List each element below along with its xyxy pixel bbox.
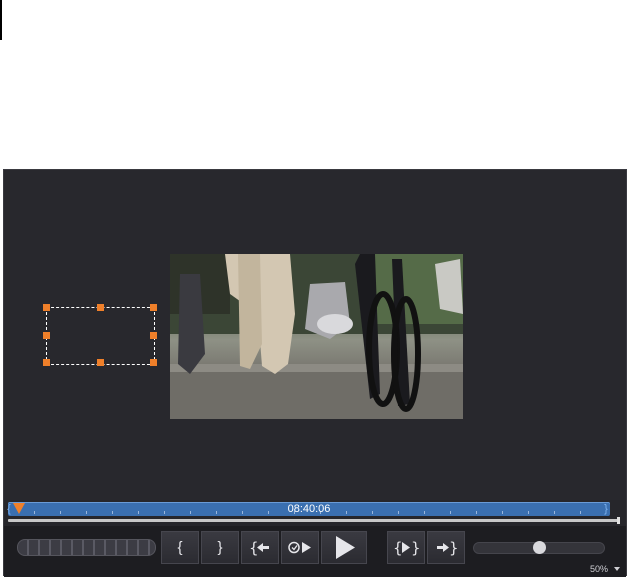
- play-button[interactable]: [321, 531, 367, 564]
- scrubber-end-handle[interactable]: [617, 517, 620, 524]
- mark-in-label: {: [177, 539, 183, 556]
- mark-out-button[interactable]: }: [201, 531, 239, 564]
- chevron-down-icon: [614, 567, 620, 571]
- jog-wheel[interactable]: [17, 539, 156, 556]
- zoom-value: 50%: [589, 564, 608, 574]
- playhead[interactable]: [13, 503, 25, 514]
- window-edge: [0, 0, 2, 40]
- mark-out-label: }: [217, 539, 223, 556]
- timecode-display: 08:40:06: [287, 503, 331, 515]
- transport-controls: { } { { } 50%: [4, 526, 626, 577]
- media-player: 08:40:06 { } { } {{} 50%: [3, 169, 627, 577]
- video-frame: [170, 254, 463, 419]
- play-between-marks-button[interactable]: { }: [387, 531, 425, 564]
- play-between-marks-icon: { }: [393, 539, 419, 557]
- zoom-dropdown[interactable]: 50%: [590, 564, 620, 574]
- timeline-end-marker[interactable]: }: [603, 502, 609, 516]
- volume-slider[interactable]: [473, 541, 605, 554]
- go-to-mark-in-button[interactable]: {: [241, 531, 279, 564]
- loop-play-button[interactable]: [281, 531, 319, 564]
- resize-handle-top[interactable]: [97, 304, 104, 311]
- resize-handle-top-right[interactable]: [150, 304, 157, 311]
- loop-play-icon: [288, 541, 311, 554]
- video-still-image: [170, 254, 463, 419]
- go-to-mark-out-button[interactable]: }: [427, 531, 465, 564]
- resize-handle-bottom-right[interactable]: [150, 359, 157, 366]
- resize-handle-right[interactable]: [150, 332, 157, 339]
- resize-handle-bottom[interactable]: [97, 359, 104, 366]
- svg-text:}: }: [449, 539, 458, 557]
- scrubber-track[interactable]: [8, 519, 620, 522]
- preview-area[interactable]: [4, 170, 626, 500]
- timeline-start-marker[interactable]: {: [6, 502, 12, 516]
- mark-in-button[interactable]: {: [161, 531, 199, 564]
- volume-slider-knob[interactable]: [533, 541, 546, 554]
- selection-frame[interactable]: [46, 307, 155, 365]
- resize-handle-top-left[interactable]: [43, 304, 50, 311]
- go-to-out-icon: }: [437, 539, 458, 557]
- resize-handle-bottom-left[interactable]: [43, 359, 50, 366]
- timeline-ruler[interactable]: 08:40:06: [8, 502, 610, 516]
- svg-text:{: {: [393, 539, 403, 557]
- svg-text:}: }: [411, 539, 419, 557]
- go-to-in-icon: {: [249, 539, 269, 557]
- resize-handle-left[interactable]: [43, 332, 50, 339]
- svg-text:{: {: [249, 539, 259, 557]
- play-icon: [336, 536, 355, 559]
